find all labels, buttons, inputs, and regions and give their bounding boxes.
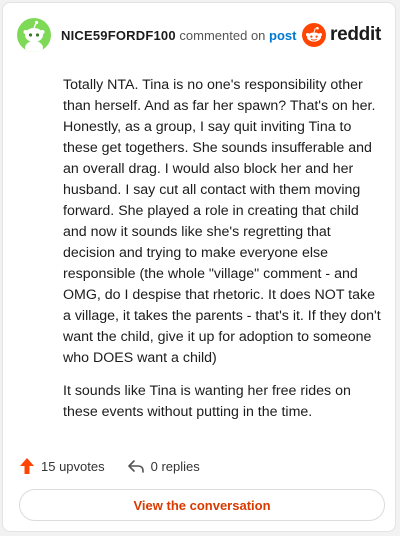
upvotes-count: 15 upvotes bbox=[41, 458, 105, 474]
post-link[interactable]: post bbox=[269, 28, 296, 43]
avatar[interactable] bbox=[17, 18, 51, 52]
upvote-arrow-icon bbox=[20, 458, 34, 474]
replies-count: 0 replies bbox=[150, 458, 200, 474]
action-text: commented on bbox=[179, 27, 266, 43]
comment-header: NICE59FORDF100 commented on post reddit bbox=[17, 17, 381, 53]
comment-paragraph: It sounds like Tina is wanting her free … bbox=[63, 383, 351, 420]
comment-paragraph: Totally NTA. Tina is no one's responsibi… bbox=[63, 77, 381, 366]
reply-arrow-icon bbox=[127, 460, 144, 473]
comment-stats: 15 upvotes 0 replies bbox=[19, 455, 222, 477]
comment-card: NICE59FORDF100 commented on post reddit … bbox=[2, 2, 396, 532]
username[interactable]: NICE59FORDF100 bbox=[61, 28, 176, 43]
comment-meta: NICE59FORDF100 commented on post bbox=[61, 28, 296, 43]
reddit-logo-icon bbox=[302, 23, 327, 47]
comment-body: Totally NTA. Tina is no one's responsibi… bbox=[63, 75, 385, 435]
view-conversation-button[interactable]: View the conversation bbox=[19, 489, 385, 521]
upvotes-stat[interactable]: 15 upvotes bbox=[19, 457, 105, 475]
reddit-brand[interactable]: reddit bbox=[302, 23, 381, 47]
snoo-avatar-icon bbox=[23, 20, 45, 52]
brand-name: reddit bbox=[330, 24, 381, 45]
replies-stat[interactable]: 0 replies bbox=[127, 458, 200, 474]
